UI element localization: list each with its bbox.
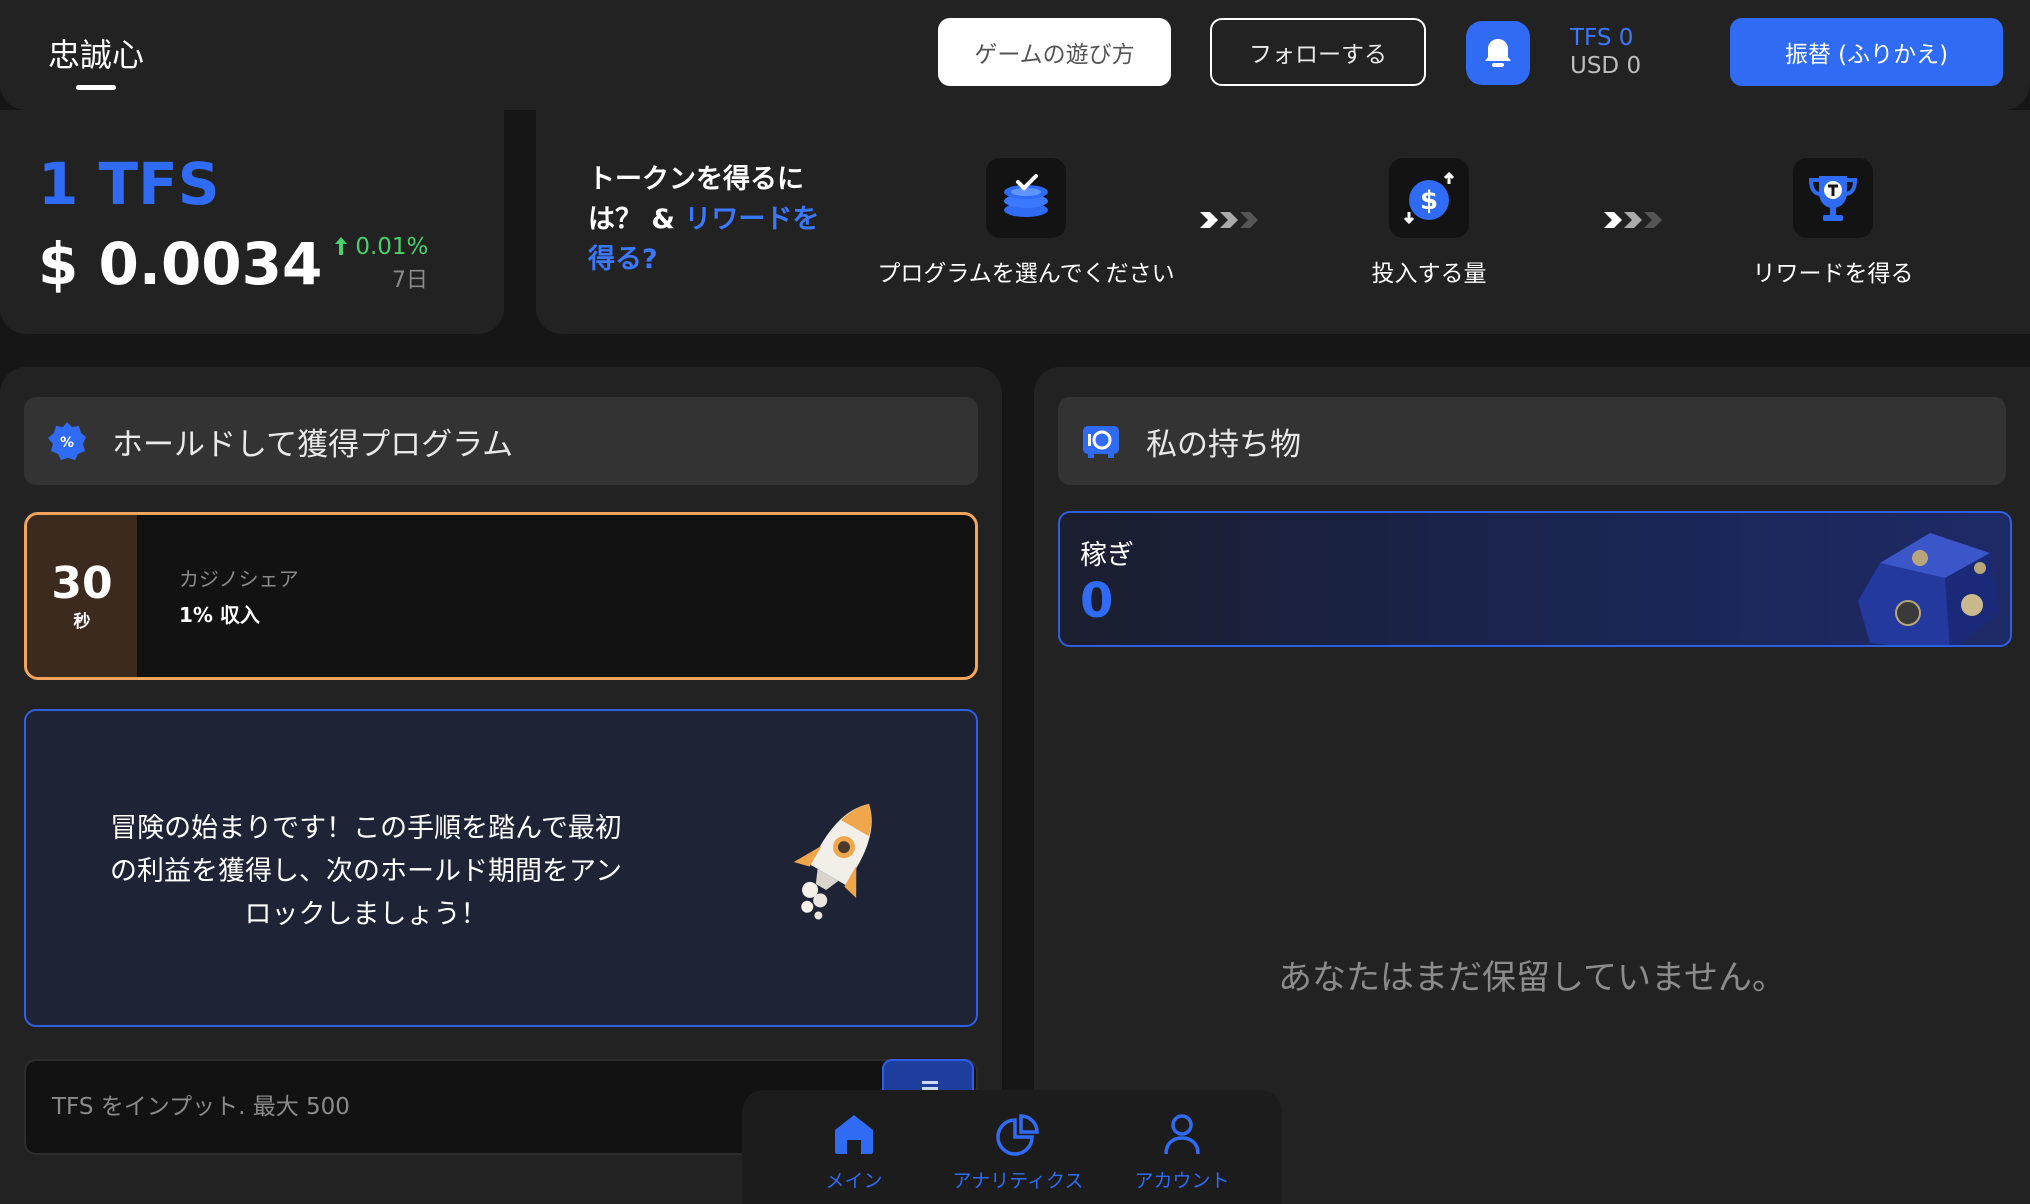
intro-text: 冒険の始まりです！この手順を踏んで最初の利益を獲得し、次のホールド期間をアンロッ… xyxy=(110,813,622,930)
token-symbol: 1 TFS xyxy=(38,150,220,218)
step-label: プログラムを選んでください xyxy=(877,261,1175,287)
usd-balance: USD 0 xyxy=(1570,53,1642,79)
user-icon xyxy=(1164,1114,1200,1155)
nav-item-main[interactable]: メイン xyxy=(774,1112,934,1193)
arrow-up-icon xyxy=(335,237,347,255)
token-price: $ 0.0034 xyxy=(38,230,323,298)
hold-program-header: % ホールドして獲得プログラム xyxy=(24,397,978,485)
nav-label: メイン xyxy=(825,1170,883,1192)
earnings-value: 0 xyxy=(1080,573,1114,629)
how-to-play-button[interactable]: ゲームの遊び方 xyxy=(938,18,1171,86)
bottom-navigation: メイン アナリティクス アカウント xyxy=(742,1090,1282,1204)
svg-text:%: % xyxy=(60,435,74,451)
step-get-reward: リワードを得る xyxy=(1653,158,2013,288)
token-price-card: 1 TFS $ 0.0034 0.01% 7日 xyxy=(0,110,504,334)
dice-illustration xyxy=(1850,523,2010,645)
nav-label: アナリティクス xyxy=(952,1170,1084,1192)
tfs-balance: TFS 0 xyxy=(1570,25,1634,51)
price-change-value: 0.01% xyxy=(355,234,429,260)
tab-loyalty[interactable]: 忠誠心 xyxy=(48,30,144,76)
earnings-card: 稼ぎ 0 xyxy=(1058,511,2012,647)
program-name: カジノシェア xyxy=(179,567,299,591)
hold-program-title: ホールドして獲得プログラム xyxy=(112,426,514,463)
timer-value: 30 xyxy=(51,557,113,609)
how-to-earn-card: トークンを得るには？ & リワードを得る? プログラムを選んでください $ 投入… xyxy=(536,110,2030,334)
safe-icon xyxy=(1080,420,1122,462)
holdings-panel: 私の持ち物 稼ぎ 0 あなたはまだ保留していません。 xyxy=(1034,367,2030,1204)
program-card-casino-share[interactable]: 30 秒 カジノシェア 1% 収入 xyxy=(24,512,978,680)
home-icon xyxy=(835,1115,873,1154)
holdings-title: 私の持ち物 xyxy=(1146,426,1301,463)
price-change-period: 7日 xyxy=(392,268,428,293)
coin-stack-check-icon xyxy=(986,158,1066,238)
step-deposit-amount: $ 投入する量 xyxy=(1249,158,1609,288)
bell-icon xyxy=(1485,39,1511,67)
percent-badge-icon: % xyxy=(46,420,88,462)
timer-unit: 秒 xyxy=(73,611,91,632)
empty-holdings-message: あなたはまだ保留していません。 xyxy=(1278,958,1786,998)
price-change: 0.01% xyxy=(334,234,428,260)
dollar-deposit-icon: $ xyxy=(1389,158,1469,238)
svg-text:$: $ xyxy=(1420,186,1438,216)
program-income: 1% 収入 xyxy=(179,603,260,627)
rocket-illustration xyxy=(776,791,896,935)
trophy-icon xyxy=(1793,158,1873,238)
nav-item-analytics[interactable]: アナリティクス xyxy=(938,1112,1098,1193)
step-label: リワードを得る xyxy=(1752,261,1914,287)
nav-item-account[interactable]: アカウント xyxy=(1102,1112,1262,1193)
top-header: 忠誠心 ゲームの遊び方 フォローする TFS 0 USD 0 振替 (ふりかえ) xyxy=(0,0,2030,110)
step-choose-program: プログラムを選んでください xyxy=(846,158,1206,288)
active-tab-indicator xyxy=(76,85,116,90)
intro-banner: 冒険の始まりです！この手順を踏んで最初の利益を獲得し、次のホールド期間をアンロッ… xyxy=(24,709,978,1027)
notification-bell-button[interactable] xyxy=(1466,21,1530,85)
program-timer: 30 秒 xyxy=(27,515,137,677)
earnings-label: 稼ぎ xyxy=(1080,540,1134,571)
how-to-earn-title: トークンを得るには？ & リワードを得る? xyxy=(588,160,838,280)
nav-label: アカウント xyxy=(1134,1170,1230,1192)
step-label: 投入する量 xyxy=(1371,261,1487,287)
follow-button[interactable]: フォローする xyxy=(1210,18,1426,86)
pie-chart-icon xyxy=(996,1114,1039,1156)
transfer-button[interactable]: 振替 (ふりかえ) xyxy=(1730,18,2003,86)
holdings-header: 私の持ち物 xyxy=(1058,397,2006,485)
wallet-balance: TFS 0 USD 0 xyxy=(1570,24,1641,80)
hold-program-panel: % ホールドして獲得プログラム 30 秒 カジノシェア 1% 収入 冒険の始まり… xyxy=(0,367,1002,1204)
